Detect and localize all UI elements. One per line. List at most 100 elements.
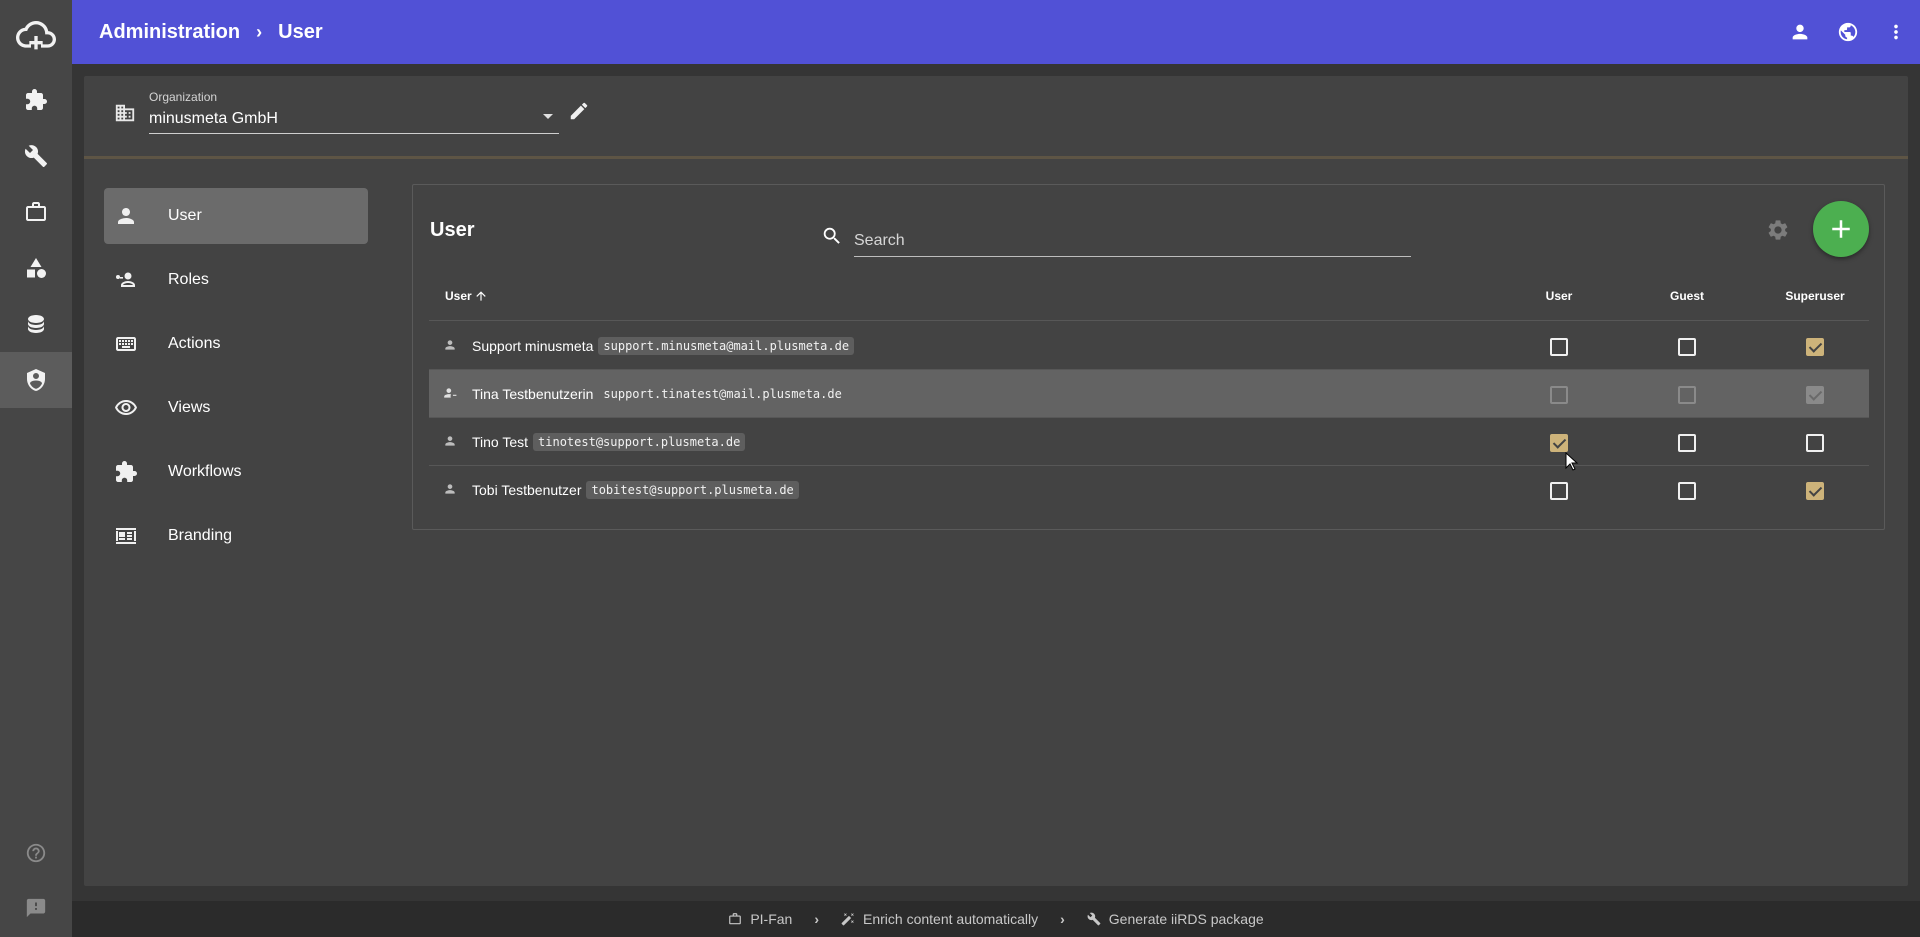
- person-icon: [443, 338, 457, 357]
- column-header-guest: Guest: [1669, 289, 1704, 303]
- extension-icon[interactable]: [0, 72, 72, 128]
- roles-icon: [114, 268, 138, 292]
- eye-icon: [114, 396, 138, 420]
- main-card: Organization minusmeta GmbH User Roles A: [84, 76, 1908, 886]
- user-email: tobitest@support.plusmeta.de: [586, 481, 799, 499]
- user-name: Tina Testbenutzerin: [472, 386, 594, 402]
- nav-item-label: Workflows: [168, 463, 242, 480]
- user-name: Support minusmeta: [472, 338, 594, 354]
- nav-item-user[interactable]: User: [104, 188, 368, 244]
- shield-account-icon[interactable]: [0, 352, 72, 408]
- extension-icon: [114, 460, 138, 484]
- user-email: support.tinatest@mail.plusmeta.de: [603, 387, 842, 401]
- add-user-button[interactable]: [1813, 201, 1869, 257]
- nav-item-label: Branding: [168, 527, 233, 544]
- guest-checkbox: [1678, 386, 1696, 404]
- briefcase-icon: [729, 913, 742, 925]
- nav-item-views[interactable]: Views: [104, 380, 368, 436]
- plus-icon: [1832, 220, 1850, 238]
- user-role-checkbox[interactable]: [1550, 338, 1568, 356]
- superuser-checkbox[interactable]: [1806, 482, 1824, 500]
- footer-item-label: PI-Fan: [750, 911, 793, 927]
- superuser-checkbox[interactable]: [1806, 338, 1824, 356]
- footer-item-label: Enrich content automatically: [863, 911, 1039, 927]
- guest-checkbox[interactable]: [1678, 434, 1696, 452]
- keyboard-icon: [114, 332, 138, 356]
- cloud-plus-logo[interactable]: [0, 0, 72, 72]
- table-header: User User Guest Superuser: [429, 273, 1869, 321]
- arrow-up-icon: [476, 291, 486, 301]
- feedback-icon[interactable]: [0, 880, 72, 936]
- footer-item-label: Generate iiRDS package: [1108, 911, 1264, 927]
- user-name: Tino Test: [472, 434, 529, 450]
- database-icon[interactable]: [0, 296, 72, 352]
- user-role-checkbox[interactable]: [1550, 434, 1568, 452]
- nav-item-actions[interactable]: Actions: [104, 316, 368, 372]
- domain-icon: [114, 102, 136, 129]
- nav-item-workflows[interactable]: Workflows: [104, 444, 368, 500]
- footer-item-enrich[interactable]: Enrich content automatically: [841, 911, 1038, 927]
- organization-row: Organization minusmeta GmbH: [84, 76, 1908, 156]
- app-header: Administration › User: [72, 0, 1920, 64]
- nav-item-roles[interactable]: Roles: [104, 252, 368, 308]
- organization-label: Organization: [149, 90, 218, 104]
- person-icon: [443, 434, 457, 453]
- person-icon: [443, 482, 457, 501]
- guest-checkbox[interactable]: [1678, 338, 1696, 356]
- chevron-right-icon: ›: [1060, 911, 1065, 927]
- more-vert-icon[interactable]: [1872, 0, 1920, 64]
- column-header-superuser: Superuser: [1785, 289, 1845, 303]
- table-row[interactable]: Tobi Testbenutzer tobitest@support.plusm…: [429, 466, 1869, 514]
- table-row[interactable]: Tina Testbenutzerin support.tinatest@mai…: [429, 370, 1869, 418]
- shapes-icon[interactable]: [0, 240, 72, 296]
- nav-item-label: Views: [168, 399, 211, 416]
- person-icon: [114, 204, 138, 228]
- organization-select[interactable]: Organization minusmeta GmbH: [149, 84, 559, 134]
- superuser-checkbox: [1806, 386, 1824, 404]
- superuser-checkbox[interactable]: [1806, 434, 1824, 452]
- header-actions: [1776, 0, 1920, 64]
- nav-item-label: Roles: [168, 271, 209, 288]
- mouse-cursor-icon: [1565, 451, 1579, 477]
- wrench-icon: [1087, 912, 1101, 926]
- account-icon[interactable]: [1776, 0, 1824, 64]
- breadcrumb-user: User: [278, 20, 323, 43]
- breadcrumb-administration[interactable]: Administration: [99, 21, 240, 44]
- branding-icon: [114, 524, 138, 548]
- workflow-footer: PI-Fan › Enrich content automatically › …: [72, 901, 1920, 937]
- help-icon[interactable]: [0, 825, 72, 881]
- search-input[interactable]: [854, 217, 1411, 257]
- panel-title: User: [430, 219, 475, 241]
- column-header-user-role: User: [1545, 289, 1573, 303]
- edit-organization-icon[interactable]: [568, 100, 590, 127]
- person-remove-icon: [443, 386, 457, 405]
- table-row[interactable]: Tino Test tinotest@support.plusmeta.de: [429, 418, 1869, 466]
- table-row[interactable]: Support minusmeta support.minusmeta@mail…: [429, 322, 1869, 370]
- user-name-cell: Tobi Testbenutzer tobitest@support.plusm…: [472, 481, 799, 499]
- app-rail: [0, 0, 72, 937]
- wrench-icon[interactable]: [0, 128, 72, 184]
- search-icon: [821, 225, 843, 252]
- footer-item-iirds[interactable]: Generate iiRDS package: [1087, 911, 1264, 927]
- briefcase-icon[interactable]: [0, 184, 72, 240]
- dropdown-caret-icon: [543, 114, 553, 119]
- search-box: [821, 217, 1411, 257]
- section-divider: [84, 156, 1908, 159]
- column-header-user: User: [445, 289, 472, 303]
- user-role-checkbox[interactable]: [1550, 482, 1568, 500]
- user-name: Tobi Testbenutzer: [472, 482, 582, 498]
- nav-item-label: User: [168, 207, 202, 224]
- user-name-cell: Tino Test tinotest@support.plusmeta.de: [472, 433, 746, 451]
- breadcrumb-separator-icon: ›: [256, 21, 263, 42]
- user-table-panel: User User User Guest Superuser: [412, 184, 1885, 530]
- user-name-cell: Support minusmeta support.minusmeta@mail…: [472, 337, 855, 355]
- nav-item-branding[interactable]: Branding: [104, 508, 368, 564]
- gear-icon[interactable]: [1766, 218, 1790, 247]
- guest-checkbox[interactable]: [1678, 482, 1696, 500]
- sort-by-user-header[interactable]: User: [445, 289, 488, 303]
- organization-value: minusmeta GmbH: [149, 110, 278, 127]
- nav-item-label: Actions: [168, 335, 221, 352]
- language-icon[interactable]: [1824, 0, 1872, 64]
- footer-item-pi-fan[interactable]: PI-Fan: [728, 911, 792, 927]
- user-name-cell: Tina Testbenutzerin support.tinatest@mai…: [472, 385, 847, 403]
